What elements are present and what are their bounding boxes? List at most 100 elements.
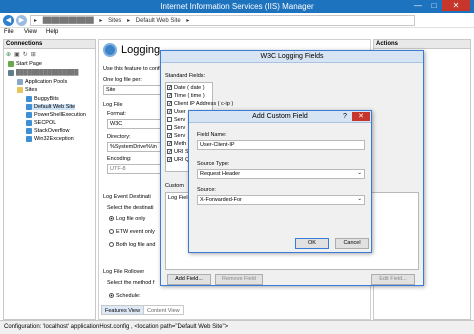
tree-item-sites[interactable]: Sites bbox=[17, 87, 37, 93]
field-client-ip[interactable]: ✓ Client IP Address ( c-ip ) bbox=[167, 101, 233, 107]
save-icon[interactable]: ▣ bbox=[14, 51, 20, 58]
format-select[interactable]: W3C bbox=[107, 119, 162, 129]
custom-fields-label: Custom bbox=[165, 183, 184, 189]
tree-item-stackoverflow[interactable]: StackOverflow bbox=[26, 128, 69, 134]
field-serv-3[interactable]: ✓ Serv bbox=[167, 133, 185, 139]
w3c-dialog-title: W3C Logging Fields bbox=[161, 51, 423, 63]
encoding-select[interactable]: UTF-8 bbox=[107, 164, 162, 174]
format-label: Format: bbox=[107, 111, 126, 117]
close-button[interactable]: ✕ bbox=[442, 0, 470, 11]
tree-item-powershell[interactable]: PowerShellExecution bbox=[26, 112, 86, 118]
menu-file[interactable]: File bbox=[4, 29, 14, 35]
globe-icon bbox=[26, 136, 32, 142]
breadcrumb-arrow: ▸ bbox=[99, 18, 103, 24]
breadcrumb-site[interactable]: Default Web Site bbox=[136, 18, 181, 24]
source-select[interactable]: X-Forwarded-For ⌄ bbox=[197, 195, 365, 205]
field-uri-query[interactable]: ✓ URI Q bbox=[167, 157, 189, 163]
checkbox-checked-icon: ✓ bbox=[167, 101, 173, 108]
field-name-label: Field Name: bbox=[197, 132, 227, 138]
checkbox-checked-icon: ✓ bbox=[167, 133, 173, 140]
rollover-header: Log File Rollover bbox=[103, 269, 145, 275]
globe-icon bbox=[26, 112, 32, 118]
edit-field-button[interactable]: Edit Field... bbox=[371, 274, 415, 285]
remove-field-button[interactable]: Remove Field bbox=[215, 274, 263, 285]
schedule-option[interactable]: Schedule: bbox=[109, 293, 140, 299]
tree-item-server[interactable]: ████████████████ bbox=[8, 70, 78, 76]
checkbox-icon bbox=[167, 125, 172, 131]
tree-icon[interactable]: ⊞ bbox=[31, 51, 36, 58]
chevron-down-icon: ⌄ bbox=[357, 170, 362, 176]
tree-item-default-web-site[interactable]: Default Web Site bbox=[26, 104, 76, 110]
source-type-select[interactable]: Request Header ⌄ bbox=[197, 169, 365, 179]
field-date[interactable]: ✓ Date ( date ) bbox=[167, 85, 205, 91]
tab-content-view[interactable]: Content View bbox=[143, 305, 184, 315]
field-serv-1[interactable]: Serv bbox=[167, 117, 185, 123]
server-icon bbox=[8, 70, 14, 76]
one-log-label: One log file per: bbox=[103, 77, 142, 83]
field-uri-stem[interactable]: ✓ URI S bbox=[167, 149, 189, 155]
encoding-label: Encoding: bbox=[107, 156, 132, 162]
forward-icon[interactable]: ▶ bbox=[16, 15, 27, 26]
field-user[interactable]: ✓ User bbox=[167, 109, 186, 115]
log-file-header: Log File bbox=[103, 102, 123, 108]
logging-icon bbox=[103, 43, 117, 57]
radio-icon bbox=[109, 229, 114, 235]
source-label: Source: bbox=[197, 187, 216, 193]
window-title: Internet Information Services (IIS) Mana… bbox=[160, 2, 314, 11]
tab-features-view[interactable]: Features View bbox=[101, 305, 145, 315]
globe-icon bbox=[26, 104, 32, 110]
field-method[interactable]: ✓ Meth bbox=[167, 141, 186, 147]
actions-header: Actions bbox=[374, 40, 470, 49]
menu-view[interactable]: View bbox=[24, 29, 37, 35]
dialog-close-button[interactable]: ✕ bbox=[352, 112, 370, 121]
refresh-icon[interactable]: ↻ bbox=[23, 51, 28, 58]
field-serv-2[interactable]: Serv bbox=[167, 125, 185, 131]
directory-input[interactable]: %SystemDrive%\in bbox=[107, 142, 162, 152]
menu-bar: File View Help bbox=[0, 28, 474, 37]
connections-toolbar: ⊕ ▣ ↻ ⊞ bbox=[6, 51, 36, 58]
tree-item-buggybits[interactable]: BuggyBits bbox=[26, 96, 59, 102]
opt-both[interactable]: Both log file and bbox=[109, 242, 155, 248]
page-title: Logging bbox=[121, 44, 161, 56]
opt-log-file-only[interactable]: Log file only bbox=[109, 216, 145, 222]
breadcrumb-arrow: ▸ bbox=[186, 18, 190, 24]
help-button[interactable]: ? bbox=[339, 112, 351, 121]
breadcrumb-sites[interactable]: Sites bbox=[108, 18, 121, 24]
minimize-button[interactable]: — bbox=[410, 0, 426, 11]
connect-icon[interactable]: ⊕ bbox=[6, 51, 11, 58]
field-time[interactable]: ✓ Time ( time ) bbox=[167, 93, 205, 99]
maximize-button[interactable]: □ bbox=[426, 0, 442, 11]
ok-button[interactable]: OK bbox=[295, 238, 329, 249]
checkbox-checked-icon: ✓ bbox=[167, 141, 173, 148]
app-pools-icon bbox=[17, 79, 23, 85]
globe-icon bbox=[26, 128, 32, 134]
breadcrumb-server[interactable]: ████████████ bbox=[43, 18, 94, 24]
add-field-button[interactable]: Add Field... bbox=[167, 274, 211, 285]
tree-item-secpol[interactable]: SECPOL bbox=[26, 120, 56, 126]
breadcrumb-arrow: ▸ bbox=[127, 18, 131, 24]
opt-etw-only[interactable]: ETW event only bbox=[109, 229, 155, 235]
radio-icon bbox=[109, 242, 114, 248]
one-log-select[interactable]: Site bbox=[103, 85, 161, 95]
checkbox-checked-icon: ✓ bbox=[167, 149, 173, 156]
menu-help[interactable]: Help bbox=[46, 29, 58, 35]
event-dest-desc: Select the destinati bbox=[107, 205, 154, 211]
tree-item-start-page[interactable]: Start Page bbox=[8, 61, 42, 67]
status-text: Configuration: 'localhost' applicationHo… bbox=[4, 324, 229, 330]
page-description: Use this feature to config bbox=[103, 66, 164, 72]
breadcrumb-arrow: ▸ bbox=[34, 18, 38, 24]
breadcrumb[interactable]: ▸ ████████████ ▸ Sites ▸ Default Web Sit… bbox=[30, 15, 415, 26]
title-bar: Internet Information Services (IIS) Mana… bbox=[0, 0, 474, 13]
globe-icon bbox=[26, 96, 32, 102]
standard-fields-label: Standard Fields: bbox=[165, 73, 206, 79]
tree-item-win32exception[interactable]: Win32Exception bbox=[26, 136, 74, 142]
tree-item-app-pools[interactable]: Application Pools bbox=[17, 79, 67, 85]
source-type-label: Source Type: bbox=[197, 161, 230, 167]
directory-label: Directory: bbox=[107, 134, 131, 140]
back-icon[interactable]: ◀ bbox=[3, 15, 14, 26]
globe-icon bbox=[26, 120, 32, 126]
custom-dialog-title: Add Custom Field ? ✕ bbox=[189, 111, 371, 123]
cancel-button[interactable]: Cancel bbox=[335, 238, 369, 249]
field-name-input[interactable]: User-Client-IP bbox=[197, 140, 365, 150]
radio-selected-icon bbox=[109, 293, 114, 299]
